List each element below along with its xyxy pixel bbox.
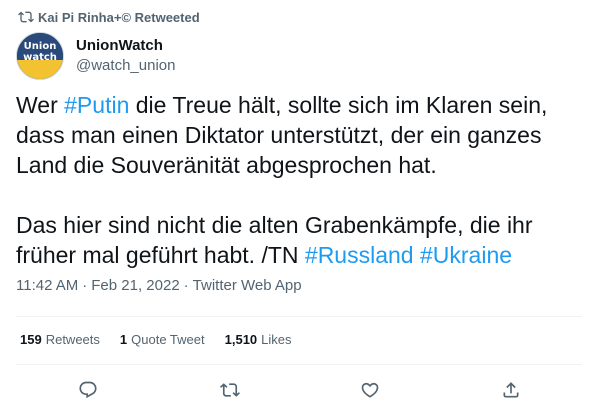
likes-stat[interactable]: 1,510 Likes [225,330,292,350]
retweets-label: Retweets [45,332,100,347]
hashtag-link[interactable]: #Ukraine [420,242,512,268]
tweet-stats: 159 Retweets 1 Quote Tweet 1,510 Likes [20,330,312,350]
avatar-text-line1: Union [23,41,57,52]
hashtag-link[interactable]: #Russland [305,242,414,268]
tweet-paragraph-1: Wer #Putin die Treue hält, sollte sich i… [16,90,586,180]
meta-separator: · [82,277,88,294]
tweet-text: Wer #Putin die Treue hält, sollte sich i… [16,90,586,270]
tweet-text-segment: Wer [16,92,65,118]
meta-separator: · [183,277,189,294]
likes-label: Likes [261,332,292,347]
author-handle[interactable]: @watch_union [76,56,175,76]
retweet-context-text: Kai Pi Rinha+© Retweeted [38,9,200,25]
reply-icon [79,381,97,399]
divider [16,316,582,317]
tweet: Kai Pi Rinha+© Retweeted Union watch Uni… [0,0,598,413]
avatar-logo-text: Union watch [17,41,63,63]
hashtag-link[interactable]: #Putin [64,92,129,118]
tweet-paragraph-2: Das hier sind nicht die alten Grabenkämp… [16,210,586,270]
like-button[interactable] [356,376,384,404]
tweet-header: Union watch UnionWatch @watch_union [16,32,175,80]
quotes-label: Quote Tweet [131,332,205,347]
tweet-actions [0,376,598,404]
retweets-stat[interactable]: 159 Retweets [20,330,100,350]
likes-count: 1,510 [224,332,258,347]
retweet-icon [220,383,240,397]
quotes-count: 1 [119,332,128,347]
retweet-context[interactable]: Kai Pi Rinha+© Retweeted [18,8,200,26]
share-icon [503,382,519,398]
retweets-count: 159 [20,332,42,347]
author-names: UnionWatch @watch_union [76,36,175,76]
author-display-name[interactable]: UnionWatch [76,36,175,56]
avatar-text-line2: watch [23,52,57,63]
quotes-stat[interactable]: 1 Quote Tweet [120,330,205,350]
avatar[interactable]: Union watch [16,32,64,80]
tweet-source[interactable]: Twitter Web App [193,276,302,296]
like-icon [361,382,379,398]
tweet-meta: 11:42 AM · Feb 21, 2022 · Twitter Web Ap… [16,276,302,296]
retweet-icon [18,11,34,23]
share-button[interactable] [497,376,525,404]
tweet-date[interactable]: Feb 21, 2022 [91,276,179,296]
retweet-button[interactable] [216,376,244,404]
reply-button[interactable] [74,376,102,404]
divider [16,364,582,365]
tweet-time[interactable]: 11:42 AM [16,276,78,296]
